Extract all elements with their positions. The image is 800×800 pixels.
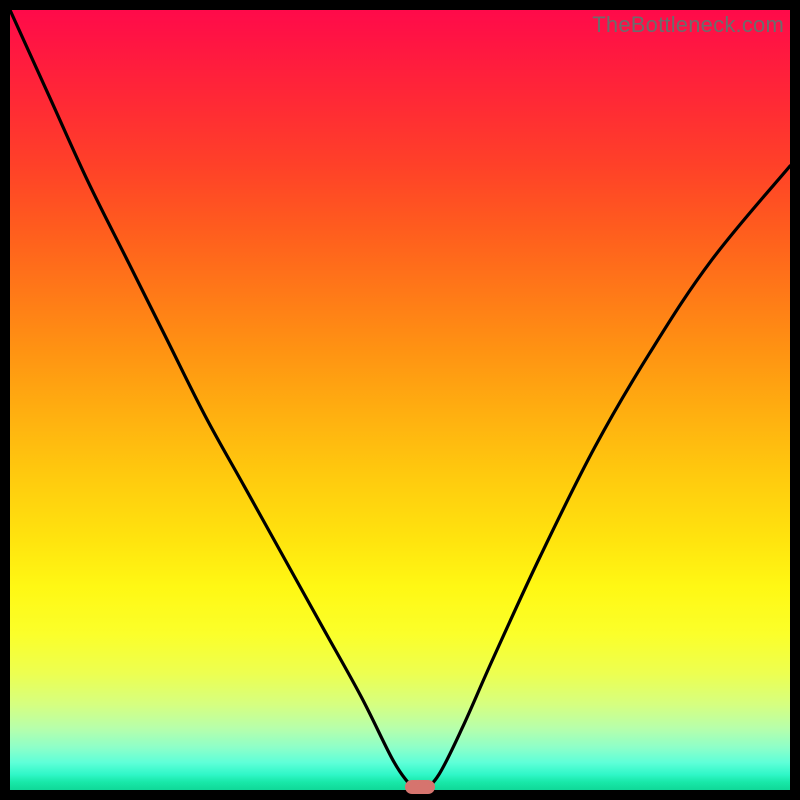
chart-curve-svg xyxy=(10,10,790,790)
watermark-text: TheBottleneck.com xyxy=(592,12,784,38)
bottleneck-marker xyxy=(405,780,435,794)
chart-container: TheBottleneck.com xyxy=(0,0,800,800)
bottleneck-curve xyxy=(10,10,790,790)
